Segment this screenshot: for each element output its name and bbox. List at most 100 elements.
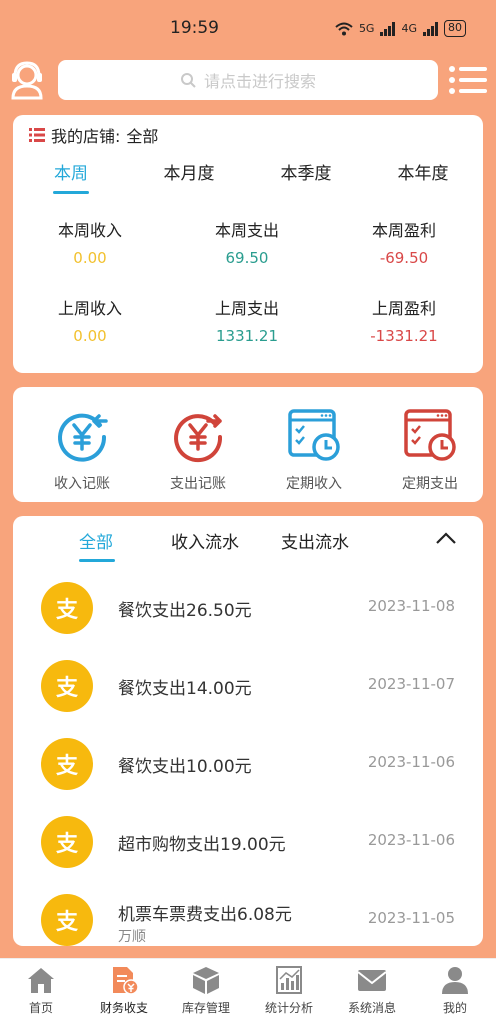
chevron-up-icon[interactable] bbox=[435, 528, 457, 548]
bar-chart-icon bbox=[274, 965, 304, 995]
item-date: 2023-11-06 bbox=[367, 753, 455, 771]
tab-this-quarter[interactable]: 本季度 bbox=[266, 159, 346, 184]
nav-label: 库存管理 bbox=[181, 1001, 230, 1015]
stat-label: 本周支出 bbox=[214, 221, 279, 240]
expense-entry-button[interactable]: 支出记账 bbox=[143, 407, 253, 493]
tab-expense-flow[interactable]: 支出流水 bbox=[281, 528, 349, 553]
stat-label: 本周收入 bbox=[57, 221, 122, 240]
flow-tabs: 全部 收入流水 支出流水 bbox=[13, 528, 483, 568]
item-date: 2023-11-05 bbox=[367, 909, 455, 927]
list-icon bbox=[29, 128, 45, 142]
network-4g-label: 4G bbox=[401, 22, 417, 35]
box-icon bbox=[191, 965, 221, 995]
store-selector[interactable]: 我的店铺: 全部 bbox=[29, 123, 158, 147]
action-label: 定期收入 bbox=[286, 476, 342, 492]
scheduled-income-icon bbox=[286, 407, 342, 463]
item-date: 2023-11-06 bbox=[367, 831, 455, 849]
nav-label: 财务收支 bbox=[99, 1001, 148, 1015]
finance-doc-icon bbox=[109, 965, 139, 995]
stat-value: 0.00 bbox=[73, 327, 107, 345]
signal-bars-icon-2 bbox=[423, 21, 438, 36]
stat-last-week-profit: 上周盈利 -1331.21 bbox=[329, 295, 479, 345]
list-item[interactable]: 支 餐饮支出10.00元 2023-11-06 bbox=[13, 730, 483, 808]
tab-all[interactable]: 全部 bbox=[79, 528, 113, 553]
list-menu-icon[interactable] bbox=[448, 64, 488, 96]
header: 请点击进行搜索 bbox=[0, 58, 496, 102]
nav-home[interactable]: 首页 bbox=[0, 965, 82, 1016]
tab-income-flow[interactable]: 收入流水 bbox=[171, 528, 239, 553]
search-input[interactable]: 请点击进行搜索 bbox=[58, 60, 438, 100]
stat-label: 上周支出 bbox=[214, 299, 279, 318]
store-label: 我的店铺: bbox=[51, 127, 121, 146]
expense-coin-icon: 支 bbox=[41, 738, 93, 790]
active-tab-underline bbox=[53, 191, 89, 194]
bottom-nav: 首页 财务收支 库存管理 统计分析 系统消息 我的 bbox=[0, 958, 496, 1024]
home-icon bbox=[26, 965, 56, 995]
nav-statistics[interactable]: 统计分析 bbox=[248, 965, 330, 1016]
person-icon bbox=[440, 965, 470, 995]
item-subtext: 万顺 bbox=[118, 929, 146, 945]
signal-bars-icon bbox=[380, 21, 396, 36]
item-description: 机票车票费支出6.08元 bbox=[118, 905, 292, 925]
scheduled-expense-button[interactable]: 定期支出 bbox=[375, 407, 485, 493]
nav-profile[interactable]: 我的 bbox=[414, 965, 496, 1016]
list-item[interactable]: 支 餐饮支出26.50元 2023-11-08 bbox=[13, 574, 483, 652]
item-date: 2023-11-07 bbox=[367, 675, 455, 693]
period-tabs: 本周 本月度 本季度 本年度 bbox=[13, 155, 483, 195]
tab-this-week[interactable]: 本周 bbox=[31, 159, 111, 184]
nav-inventory[interactable]: 库存管理 bbox=[165, 965, 247, 1016]
stat-week-income: 本周收入 0.00 bbox=[15, 217, 165, 267]
transaction-list: 支 餐饮支出26.50元 2023-11-08 支 餐饮支出14.00元 202… bbox=[13, 574, 483, 946]
user-headset-icon[interactable] bbox=[10, 60, 44, 100]
nav-messages[interactable]: 系统消息 bbox=[331, 965, 413, 1016]
status-time: 19:59 bbox=[170, 18, 219, 38]
stat-value: -1331.21 bbox=[370, 327, 438, 345]
list-item[interactable]: 支 餐饮支出14.00元 2023-11-07 bbox=[13, 652, 483, 730]
active-tab-underline bbox=[79, 559, 115, 562]
scheduled-income-button[interactable]: 定期收入 bbox=[259, 407, 369, 493]
item-description: 餐饮支出26.50元 bbox=[118, 601, 252, 621]
expense-yen-icon bbox=[170, 407, 226, 463]
transactions-card: 全部 收入流水 支出流水 支 餐饮支出26.50元 2023-11-08 支 餐… bbox=[13, 516, 483, 946]
status-bar: 19:59 5G 4G 80 bbox=[0, 0, 496, 56]
search-placeholder: 请点击进行搜索 bbox=[203, 72, 316, 91]
search-icon bbox=[180, 73, 196, 88]
nav-label: 系统消息 bbox=[347, 1001, 396, 1015]
list-item[interactable]: 支 机票车票费支出6.08元 2023-11-05 万顺 bbox=[13, 886, 483, 946]
nav-label: 首页 bbox=[28, 1001, 53, 1015]
action-label: 支出记账 bbox=[170, 476, 226, 492]
status-icons: 5G 4G 80 bbox=[335, 20, 466, 37]
store-value: 全部 bbox=[126, 127, 159, 146]
list-item[interactable]: 支 超市购物支出19.00元 2023-11-06 bbox=[13, 808, 483, 886]
store-summary-card: 我的店铺: 全部 本周 本月度 本季度 本年度 本周收入 0.00 本周支出 6… bbox=[13, 115, 483, 373]
stat-label: 上周收入 bbox=[57, 299, 122, 318]
mail-icon bbox=[357, 965, 387, 995]
nav-finance[interactable]: 财务收支 bbox=[83, 965, 165, 1016]
expense-coin-icon: 支 bbox=[41, 660, 93, 712]
item-description: 超市购物支出19.00元 bbox=[118, 835, 286, 855]
expense-coin-icon: 支 bbox=[41, 582, 93, 634]
stat-value: 1331.21 bbox=[215, 327, 279, 345]
stat-label: 上周盈利 bbox=[371, 299, 436, 318]
battery-icon: 80 bbox=[444, 20, 466, 37]
income-yen-icon bbox=[54, 407, 110, 463]
stat-last-week-expense: 上周支出 1331.21 bbox=[172, 295, 322, 345]
stat-label: 本周盈利 bbox=[371, 221, 436, 240]
nav-label: 我的 bbox=[442, 1001, 467, 1015]
nav-label: 统计分析 bbox=[264, 1001, 313, 1015]
network-5g-label: 5G bbox=[358, 22, 375, 35]
item-description: 餐饮支出10.00元 bbox=[118, 757, 252, 777]
item-date: 2023-11-08 bbox=[367, 597, 455, 615]
quick-actions-card: 收入记账 支出记账 定期收入 定期支出 bbox=[13, 387, 483, 502]
action-label: 定期支出 bbox=[402, 476, 458, 492]
income-entry-button[interactable]: 收入记账 bbox=[27, 407, 137, 493]
expense-coin-icon: 支 bbox=[41, 816, 93, 868]
stat-value: -69.50 bbox=[379, 249, 429, 267]
stat-week-expense: 本周支出 69.50 bbox=[172, 217, 322, 267]
wifi-icon bbox=[335, 22, 353, 36]
action-label: 收入记账 bbox=[54, 476, 110, 492]
tab-this-year[interactable]: 本年度 bbox=[383, 159, 463, 184]
scheduled-expense-icon bbox=[402, 407, 458, 463]
tab-this-month[interactable]: 本月度 bbox=[149, 159, 229, 184]
stat-value: 0.00 bbox=[73, 249, 107, 267]
